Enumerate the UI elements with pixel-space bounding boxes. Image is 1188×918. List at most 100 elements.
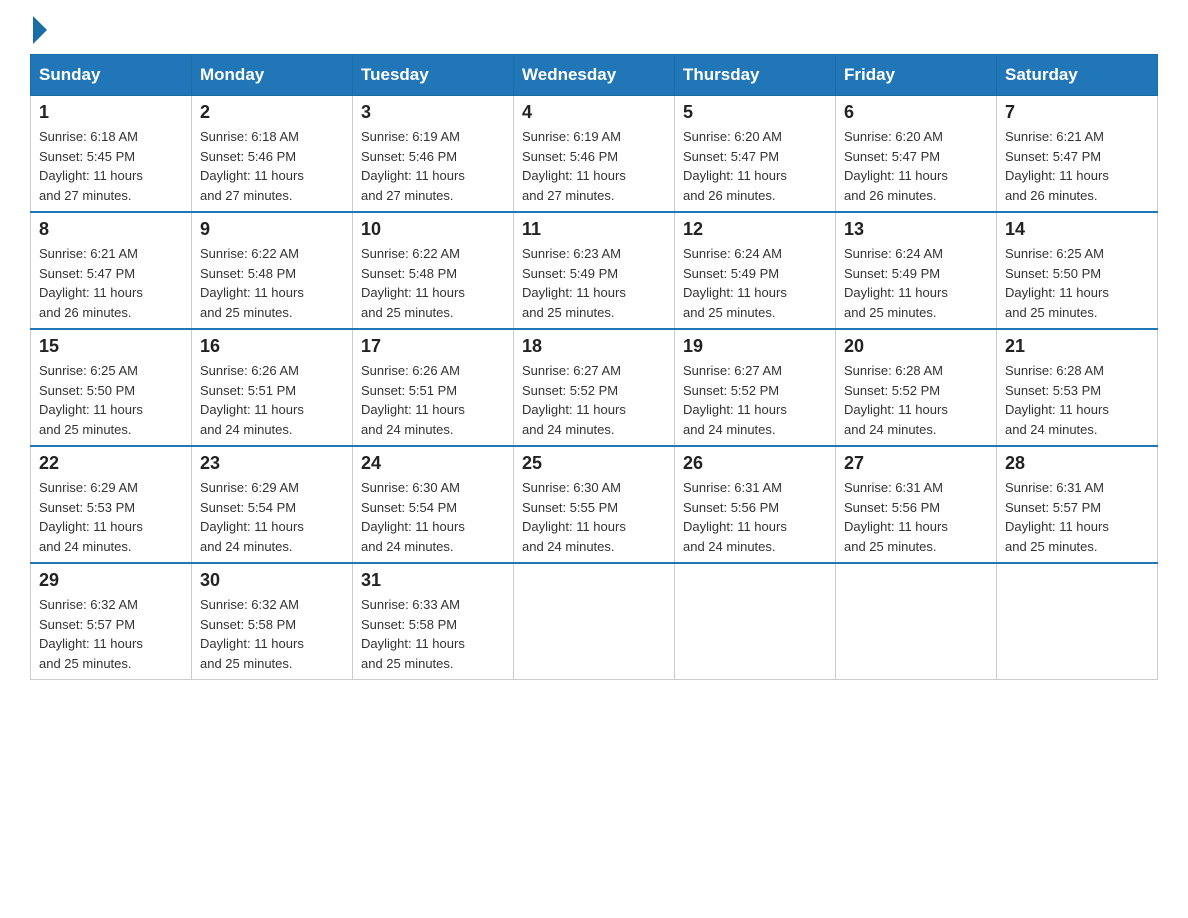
day-info: Sunrise: 6:24 AMSunset: 5:49 PMDaylight:…: [844, 246, 948, 320]
calendar-week-1: 1 Sunrise: 6:18 AMSunset: 5:45 PMDayligh…: [31, 96, 1158, 213]
day-number: 4: [522, 102, 666, 123]
day-number: 2: [200, 102, 344, 123]
calendar-cell: 28 Sunrise: 6:31 AMSunset: 5:57 PMDaylig…: [997, 446, 1158, 563]
day-info: Sunrise: 6:19 AMSunset: 5:46 PMDaylight:…: [361, 129, 465, 203]
day-number: 29: [39, 570, 183, 591]
day-info: Sunrise: 6:22 AMSunset: 5:48 PMDaylight:…: [361, 246, 465, 320]
day-number: 21: [1005, 336, 1149, 357]
calendar-cell: [514, 563, 675, 680]
day-number: 14: [1005, 219, 1149, 240]
calendar-cell: 26 Sunrise: 6:31 AMSunset: 5:56 PMDaylig…: [675, 446, 836, 563]
day-number: 9: [200, 219, 344, 240]
day-info: Sunrise: 6:24 AMSunset: 5:49 PMDaylight:…: [683, 246, 787, 320]
day-info: Sunrise: 6:22 AMSunset: 5:48 PMDaylight:…: [200, 246, 304, 320]
day-number: 23: [200, 453, 344, 474]
calendar-cell: 17 Sunrise: 6:26 AMSunset: 5:51 PMDaylig…: [353, 329, 514, 446]
day-info: Sunrise: 6:32 AMSunset: 5:58 PMDaylight:…: [200, 597, 304, 671]
calendar-cell: 29 Sunrise: 6:32 AMSunset: 5:57 PMDaylig…: [31, 563, 192, 680]
calendar-table: SundayMondayTuesdayWednesdayThursdayFrid…: [30, 54, 1158, 680]
calendar-week-3: 15 Sunrise: 6:25 AMSunset: 5:50 PMDaylig…: [31, 329, 1158, 446]
calendar-cell: 4 Sunrise: 6:19 AMSunset: 5:46 PMDayligh…: [514, 96, 675, 213]
calendar-cell: [836, 563, 997, 680]
calendar-cell: 3 Sunrise: 6:19 AMSunset: 5:46 PMDayligh…: [353, 96, 514, 213]
day-number: 13: [844, 219, 988, 240]
calendar-cell: 16 Sunrise: 6:26 AMSunset: 5:51 PMDaylig…: [192, 329, 353, 446]
day-info: Sunrise: 6:18 AMSunset: 5:45 PMDaylight:…: [39, 129, 143, 203]
calendar-cell: 22 Sunrise: 6:29 AMSunset: 5:53 PMDaylig…: [31, 446, 192, 563]
day-number: 28: [1005, 453, 1149, 474]
day-number: 8: [39, 219, 183, 240]
calendar-cell: [997, 563, 1158, 680]
calendar-cell: 30 Sunrise: 6:32 AMSunset: 5:58 PMDaylig…: [192, 563, 353, 680]
day-info: Sunrise: 6:26 AMSunset: 5:51 PMDaylight:…: [361, 363, 465, 437]
calendar-header-friday: Friday: [836, 55, 997, 96]
calendar-cell: 25 Sunrise: 6:30 AMSunset: 5:55 PMDaylig…: [514, 446, 675, 563]
day-number: 1: [39, 102, 183, 123]
day-info: Sunrise: 6:21 AMSunset: 5:47 PMDaylight:…: [1005, 129, 1109, 203]
calendar-cell: 10 Sunrise: 6:22 AMSunset: 5:48 PMDaylig…: [353, 212, 514, 329]
day-number: 12: [683, 219, 827, 240]
logo: [30, 20, 47, 44]
calendar-header-saturday: Saturday: [997, 55, 1158, 96]
day-info: Sunrise: 6:23 AMSunset: 5:49 PMDaylight:…: [522, 246, 626, 320]
day-info: Sunrise: 6:21 AMSunset: 5:47 PMDaylight:…: [39, 246, 143, 320]
calendar-cell: 5 Sunrise: 6:20 AMSunset: 5:47 PMDayligh…: [675, 96, 836, 213]
day-info: Sunrise: 6:30 AMSunset: 5:55 PMDaylight:…: [522, 480, 626, 554]
calendar-cell: 14 Sunrise: 6:25 AMSunset: 5:50 PMDaylig…: [997, 212, 1158, 329]
day-number: 16: [200, 336, 344, 357]
day-info: Sunrise: 6:20 AMSunset: 5:47 PMDaylight:…: [844, 129, 948, 203]
logo-triangle-icon: [33, 16, 47, 44]
calendar-header-sunday: Sunday: [31, 55, 192, 96]
day-number: 6: [844, 102, 988, 123]
day-info: Sunrise: 6:20 AMSunset: 5:47 PMDaylight:…: [683, 129, 787, 203]
day-info: Sunrise: 6:18 AMSunset: 5:46 PMDaylight:…: [200, 129, 304, 203]
day-info: Sunrise: 6:32 AMSunset: 5:57 PMDaylight:…: [39, 597, 143, 671]
calendar-cell: 1 Sunrise: 6:18 AMSunset: 5:45 PMDayligh…: [31, 96, 192, 213]
day-info: Sunrise: 6:31 AMSunset: 5:57 PMDaylight:…: [1005, 480, 1109, 554]
day-number: 17: [361, 336, 505, 357]
day-number: 11: [522, 219, 666, 240]
calendar-header-row: SundayMondayTuesdayWednesdayThursdayFrid…: [31, 55, 1158, 96]
calendar-cell: 7 Sunrise: 6:21 AMSunset: 5:47 PMDayligh…: [997, 96, 1158, 213]
calendar-week-4: 22 Sunrise: 6:29 AMSunset: 5:53 PMDaylig…: [31, 446, 1158, 563]
day-number: 25: [522, 453, 666, 474]
day-number: 30: [200, 570, 344, 591]
day-number: 5: [683, 102, 827, 123]
calendar-header-thursday: Thursday: [675, 55, 836, 96]
calendar-header-monday: Monday: [192, 55, 353, 96]
calendar-cell: 11 Sunrise: 6:23 AMSunset: 5:49 PMDaylig…: [514, 212, 675, 329]
calendar-cell: 24 Sunrise: 6:30 AMSunset: 5:54 PMDaylig…: [353, 446, 514, 563]
calendar-cell: 19 Sunrise: 6:27 AMSunset: 5:52 PMDaylig…: [675, 329, 836, 446]
calendar-cell: 15 Sunrise: 6:25 AMSunset: 5:50 PMDaylig…: [31, 329, 192, 446]
calendar-cell: 23 Sunrise: 6:29 AMSunset: 5:54 PMDaylig…: [192, 446, 353, 563]
day-number: 7: [1005, 102, 1149, 123]
day-number: 10: [361, 219, 505, 240]
calendar-cell: [675, 563, 836, 680]
day-info: Sunrise: 6:28 AMSunset: 5:52 PMDaylight:…: [844, 363, 948, 437]
day-number: 24: [361, 453, 505, 474]
page-header: [30, 20, 1158, 44]
calendar-cell: 2 Sunrise: 6:18 AMSunset: 5:46 PMDayligh…: [192, 96, 353, 213]
day-info: Sunrise: 6:31 AMSunset: 5:56 PMDaylight:…: [844, 480, 948, 554]
day-number: 26: [683, 453, 827, 474]
calendar-cell: 8 Sunrise: 6:21 AMSunset: 5:47 PMDayligh…: [31, 212, 192, 329]
day-info: Sunrise: 6:19 AMSunset: 5:46 PMDaylight:…: [522, 129, 626, 203]
calendar-cell: 6 Sunrise: 6:20 AMSunset: 5:47 PMDayligh…: [836, 96, 997, 213]
day-number: 19: [683, 336, 827, 357]
calendar-cell: 13 Sunrise: 6:24 AMSunset: 5:49 PMDaylig…: [836, 212, 997, 329]
calendar-cell: 18 Sunrise: 6:27 AMSunset: 5:52 PMDaylig…: [514, 329, 675, 446]
day-info: Sunrise: 6:31 AMSunset: 5:56 PMDaylight:…: [683, 480, 787, 554]
day-info: Sunrise: 6:30 AMSunset: 5:54 PMDaylight:…: [361, 480, 465, 554]
day-info: Sunrise: 6:33 AMSunset: 5:58 PMDaylight:…: [361, 597, 465, 671]
calendar-cell: 20 Sunrise: 6:28 AMSunset: 5:52 PMDaylig…: [836, 329, 997, 446]
day-number: 31: [361, 570, 505, 591]
calendar-cell: 21 Sunrise: 6:28 AMSunset: 5:53 PMDaylig…: [997, 329, 1158, 446]
day-info: Sunrise: 6:27 AMSunset: 5:52 PMDaylight:…: [683, 363, 787, 437]
day-info: Sunrise: 6:25 AMSunset: 5:50 PMDaylight:…: [39, 363, 143, 437]
day-info: Sunrise: 6:29 AMSunset: 5:53 PMDaylight:…: [39, 480, 143, 554]
calendar-week-2: 8 Sunrise: 6:21 AMSunset: 5:47 PMDayligh…: [31, 212, 1158, 329]
calendar-header-wednesday: Wednesday: [514, 55, 675, 96]
calendar-cell: 27 Sunrise: 6:31 AMSunset: 5:56 PMDaylig…: [836, 446, 997, 563]
day-info: Sunrise: 6:28 AMSunset: 5:53 PMDaylight:…: [1005, 363, 1109, 437]
calendar-header-tuesday: Tuesday: [353, 55, 514, 96]
